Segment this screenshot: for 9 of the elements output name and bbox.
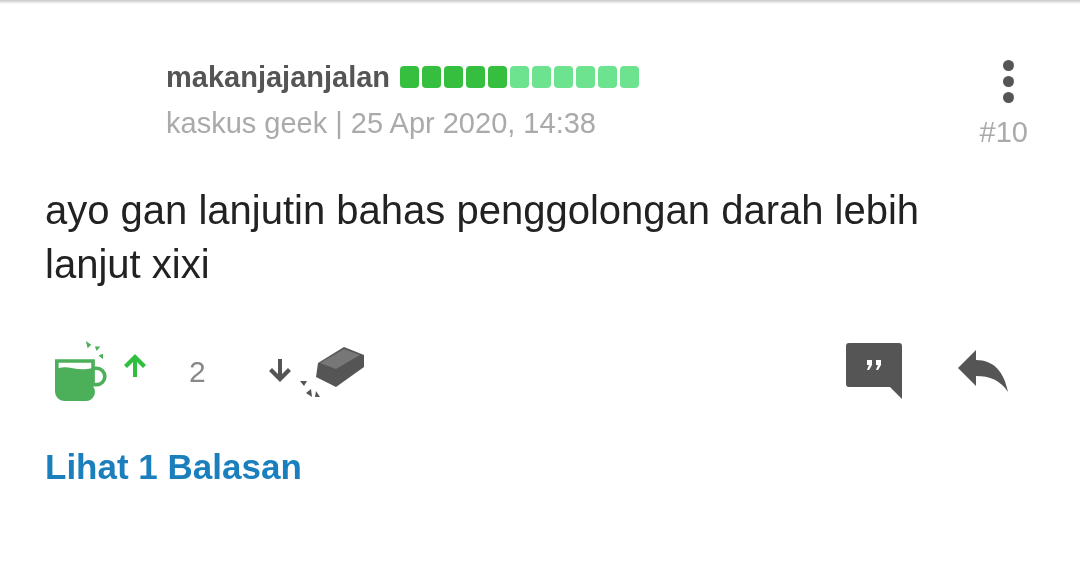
quote-icon[interactable] — [846, 343, 902, 399]
more-menu-icon[interactable] — [1003, 60, 1014, 103]
post-number: #10 — [979, 115, 1028, 149]
reply-icon[interactable] — [958, 350, 1008, 392]
username[interactable]: makanjajanjalan — [166, 60, 391, 94]
vote-count: 2 — [189, 353, 206, 390]
post-body: ayo gan lanjutin bahas penggolongan darah lebih lanjut xixi — [44, 187, 921, 288]
view-replies-link[interactable]: Lihat 1 Balasan — [45, 441, 302, 494]
post-meta: kaskus geek | 25 Apr 2020, 14:38 — [166, 106, 597, 140]
